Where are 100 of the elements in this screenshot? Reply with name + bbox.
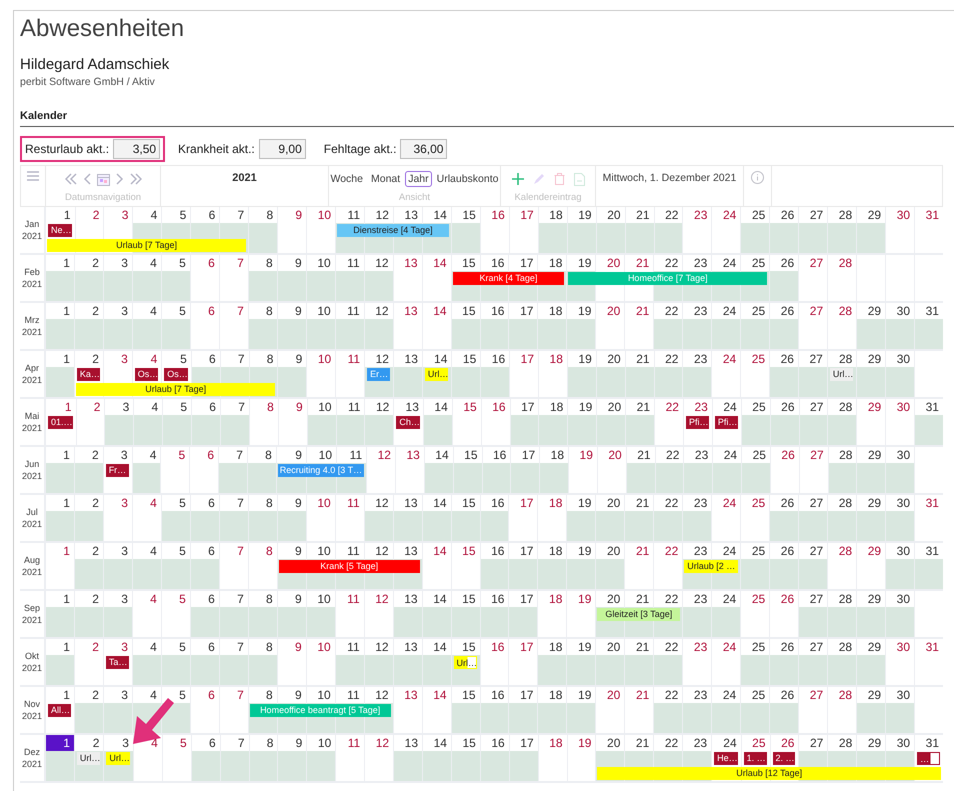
day-number: 13 <box>394 447 424 463</box>
value-field[interactable]: 36,00 <box>400 139 448 159</box>
day-number: 3 <box>102 351 132 367</box>
left-chevron-icon[interactable] <box>82 173 90 185</box>
day-number: 18 <box>538 351 567 367</box>
day-number: 22 <box>653 543 682 559</box>
month-label: Feb <box>24 266 40 278</box>
day-number: 31 <box>914 207 943 223</box>
day-number: 16 <box>480 207 509 223</box>
day-number: 16 <box>480 399 510 415</box>
day-number: 25 <box>740 735 770 751</box>
day-number: 24 <box>711 735 741 751</box>
day-number: 13 <box>393 399 423 415</box>
day-number: 10 <box>306 495 335 511</box>
absence-marker[interactable]: Ne… <box>48 224 72 237</box>
absence-bar[interactable]: Urlaub [7 Tage] <box>47 239 246 252</box>
day-number: 1 <box>45 543 74 559</box>
absence-marker[interactable]: Url… <box>424 368 448 381</box>
double-left-icon[interactable] <box>64 173 76 185</box>
day-number: 3 <box>102 639 132 655</box>
day-number: 8 <box>248 543 277 559</box>
day-number: 25 <box>740 591 770 607</box>
day-number: 6 <box>189 447 218 463</box>
day-number: 7 <box>218 543 248 559</box>
absence-marker[interactable]: Ta… <box>106 656 129 669</box>
view-tab[interactable]: Monat <box>368 171 404 187</box>
day-number: 19 <box>566 591 596 607</box>
absence-marker[interactable]: All… <box>48 704 71 717</box>
year-label: 2021 <box>22 278 42 290</box>
absence-marker[interactable]: He… <box>714 752 738 765</box>
day-number: 24 <box>711 639 740 655</box>
day-number: 25 <box>740 351 770 367</box>
day-number: 21 <box>624 687 654 703</box>
day-number: 20 <box>595 687 624 703</box>
right-chevron-icon[interactable] <box>116 173 124 185</box>
day-number: 21 <box>624 255 654 271</box>
absence-marker[interactable]: Ka… <box>76 368 100 381</box>
month-label: Dez <box>24 746 40 758</box>
info-icon[interactable] <box>751 171 764 184</box>
absence-marker[interactable]: Url… <box>106 752 130 765</box>
absence-marker[interactable]: 01.… <box>48 416 73 429</box>
absence-marker[interactable]: 2. … <box>772 752 796 765</box>
day-number: 17 <box>508 639 538 655</box>
day-number: 3 <box>102 495 132 511</box>
year-label: 2021 <box>22 566 42 578</box>
day-number: 23 <box>682 207 712 223</box>
day-number: 3 <box>102 447 132 463</box>
group-label: Kalendereintrag <box>514 192 582 203</box>
day-number: 2 <box>76 399 104 415</box>
absence-bar[interactable]: Krank [5 Tage] <box>278 560 420 573</box>
calendar-icon[interactable] <box>96 172 110 186</box>
day-number: 28 <box>827 543 856 559</box>
absence-marker[interactable]: … <box>917 752 940 765</box>
day-number: 9 <box>278 399 307 415</box>
absence-marker[interactable]: Url… <box>76 752 100 765</box>
view-tab[interactable]: Jahr <box>405 171 432 187</box>
day-number: 8 <box>248 399 278 415</box>
absence-marker[interactable]: Os… <box>134 368 158 381</box>
day-number: 18 <box>537 495 566 511</box>
absence-marker[interactable]: Os… <box>164 368 188 381</box>
day-number: 12 <box>364 735 394 751</box>
day-number: 9 <box>277 207 306 223</box>
field-label: Resturlaub akt.: <box>25 142 110 156</box>
day-number: 17 <box>508 495 538 511</box>
day-number: 30 <box>885 207 914 223</box>
absence-bar[interactable]: Krank [4 Tage] <box>452 272 564 285</box>
double-right-icon[interactable] <box>130 173 142 185</box>
absence-marker[interactable]: Pfi… <box>714 416 738 429</box>
day-number: 29 <box>856 543 886 559</box>
value-field[interactable]: 9,00 <box>258 139 306 159</box>
day-number: 20 <box>596 447 626 463</box>
absence-marker[interactable]: Url… <box>830 368 854 381</box>
day-number: 4 <box>132 495 161 511</box>
month-label: Jun <box>24 458 40 470</box>
view-tab[interactable]: Urlaubskonto <box>434 171 502 187</box>
absence-bar[interactable]: Dienstreise [4 Tage] <box>337 224 449 237</box>
absence-bar[interactable]: Gleitzeit [3 Tage] <box>597 608 680 621</box>
section-heading: Kalender <box>20 110 68 122</box>
menu-icon[interactable] <box>27 171 39 181</box>
absence-bar[interactable]: Urlaub [12 Tage] <box>597 767 941 780</box>
absence-bar[interactable]: Urlaub [7 Tage] <box>76 383 276 396</box>
day-number: 7 <box>218 255 248 271</box>
day-number: 31 <box>914 495 943 511</box>
view-tab[interactable]: Woche <box>328 171 366 187</box>
year-label: 2021 <box>22 470 42 482</box>
absence-marker[interactable]: 1. … <box>744 752 767 765</box>
day-number: 5 <box>160 447 190 463</box>
value-field[interactable]: 3,50 <box>113 139 160 159</box>
day-number: 24 <box>711 495 740 511</box>
day-number: 6 <box>190 255 219 271</box>
day-number: 15 <box>452 399 481 415</box>
month-label: Mrz <box>24 314 40 326</box>
absence-marker[interactable]: Ch… <box>396 416 420 429</box>
absence-bar[interactable]: Urlaub [2 … <box>684 560 738 573</box>
day-number: 15 <box>450 543 480 559</box>
day-number: 9 <box>276 639 306 655</box>
plus-icon[interactable] <box>512 173 524 185</box>
day-number: 2 <box>74 351 103 367</box>
absence-marker[interactable]: Pfi… <box>686 416 709 429</box>
absence-marker[interactable]: Fr… <box>106 464 129 477</box>
